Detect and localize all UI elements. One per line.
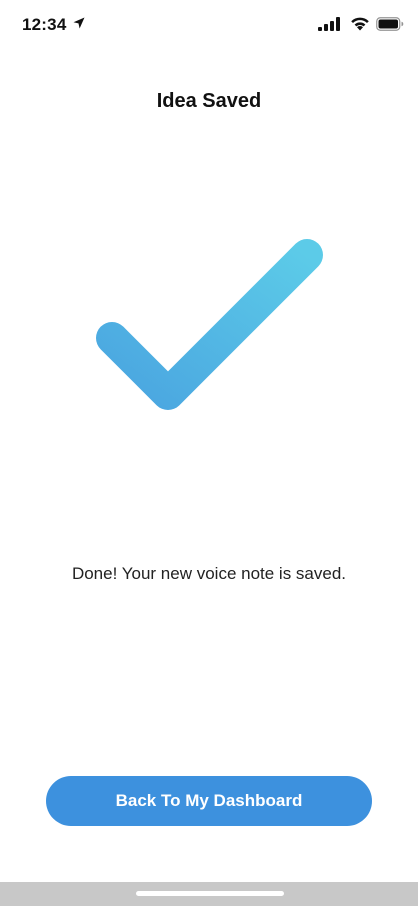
idea-saved-screen: 12:34 Idea Saved Done! Your new voice no… [0,0,418,906]
location-arrow-icon [73,17,85,29]
checkmark-icon [96,239,323,410]
wifi-icon [351,17,369,31]
home-indicator-area [0,882,418,906]
status-bar: 12:34 [0,0,418,50]
status-time: 12:34 [22,15,67,34]
page-title: Idea Saved [156,90,262,112]
cellular-signal-icon [318,17,340,31]
battery-icon [376,17,404,31]
saved-message: Done! Your new voice note is saved. [71,564,347,583]
home-indicator[interactable] [136,891,284,896]
back-to-dashboard-button[interactable]: Back To My Dashboard [46,776,372,826]
